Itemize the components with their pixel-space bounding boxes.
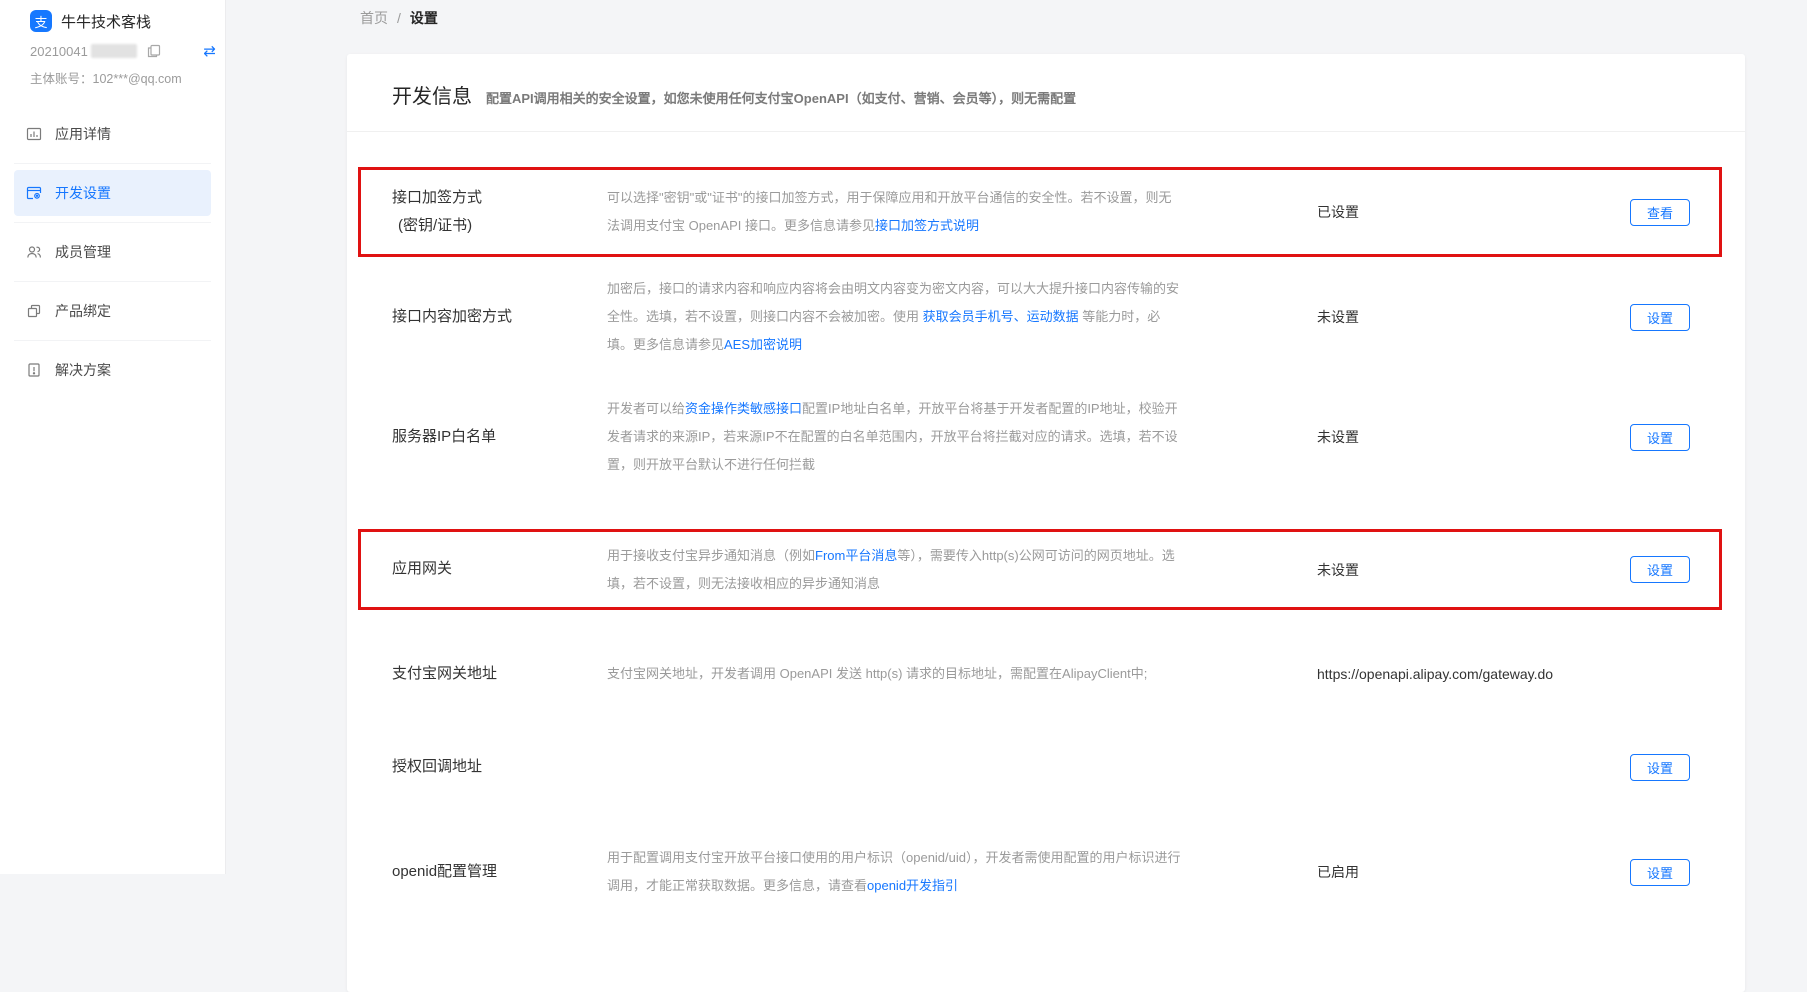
breadcrumb-home[interactable]: 首页 [360, 8, 388, 28]
row-label: openid配置管理 [392, 862, 498, 880]
row-description: 开发者可以给资金操作类敏感接口配置IP地址白名单，开放平台将基于开发者配置的IP… [607, 395, 1182, 479]
row-label: 授权回调地址 [392, 757, 483, 775]
sidebar-item-label: 开发设置 [55, 185, 111, 201]
product-binding-icon [27, 304, 41, 318]
panel-title: 开发信息 [392, 86, 472, 108]
desc-text: 用于接收支付宝异步通知消息（例如 [607, 547, 816, 563]
row-label: 支付宝网关地址 [392, 664, 498, 682]
row-status: 未设置 [1317, 309, 1359, 325]
set-button[interactable]: 设置 [1630, 303, 1690, 331]
settings-row-sign-method: 接口加签方式 (密钥/证书) 可以选择"密钥"或"证书"的接口加签方式，用于保障… [347, 167, 1745, 257]
sidebar-item-dev-settings[interactable]: 开发设置 [14, 163, 211, 216]
app-id: 20210041 [30, 43, 88, 59]
censored-app-id-blur [90, 44, 137, 58]
sidebar-item-label: 解决方案 [55, 362, 111, 378]
members-icon [27, 246, 41, 258]
settings-row-auth-callback-url: 授权回调地址 设置 [347, 722, 1745, 812]
inline-link[interactable]: From平台消息 [815, 548, 897, 563]
sidebar-item-label: 应用详情 [55, 126, 111, 142]
settings-row-ip-whitelist: 服务器IP白名单 开发者可以给资金操作类敏感接口配置IP地址白名单，开放平台将基… [347, 377, 1745, 497]
set-button[interactable]: 设置 [1630, 423, 1690, 451]
row-description: 支付宝网关地址，开发者调用 OpenAPI 发送 http(s) 请求的目标地址… [607, 660, 1182, 688]
sidebar: 支 牛牛技术客栈 20210041 ⇄ 主体账号：102***@qq.com 应… [0, 0, 226, 874]
sidebar-item-label: 产品绑定 [55, 303, 111, 319]
panel-subtitle: 配置API调用相关的安全设置，如您未使用任何支付宝OpenAPI（如支付、营销、… [486, 91, 1077, 106]
settings-row-content-encryption: 接口内容加密方式 加密后，接口的请求内容和响应内容将会由明文内容变为密文内容，可… [347, 257, 1745, 377]
solutions-icon [28, 363, 40, 377]
desc-text: 支付宝网关地址，开发者调用 OpenAPI 发送 http(s) 请求的目标地址… [607, 666, 1148, 682]
account-label: 主体账号：102***@qq.com [30, 72, 182, 86]
sidebar-item-app-details[interactable]: 应用详情 [14, 111, 211, 157]
dev-settings-icon [26, 186, 42, 200]
row-description: 用于配置调用支付宝开放平台接口使用的用户标识（openid/uid），开发者需使… [607, 844, 1182, 900]
view-button[interactable]: 查看 [1630, 198, 1690, 226]
row-label: 服务器IP白名单 [392, 427, 497, 445]
row-description: 可以选择"密钥"或"证书"的接口加签方式，用于保障应用和开放平台通信的安全性。若… [607, 184, 1182, 240]
inline-link[interactable]: openid开发指引 [867, 878, 958, 893]
row-description: 加密后，接口的请求内容和响应内容将会由明文内容变为密文内容，可以大大提升接口内容… [607, 275, 1182, 359]
settings-row-app-gateway: 应用网关 用于接收支付宝异步通知消息（例如From平台消息等），需要传入http… [347, 529, 1745, 610]
inline-link[interactable]: 获取会员手机号、运动数据 [923, 309, 1079, 324]
row-status: 未设置 [1317, 561, 1359, 578]
sidebar-item-members[interactable]: 成员管理 [14, 222, 211, 275]
inline-link[interactable]: AES加密说明 [724, 337, 802, 352]
settings-row-openid-config: openid配置管理 用于配置调用支付宝开放平台接口使用的用户标识（openid… [347, 812, 1745, 932]
row-status: 未设置 [1317, 429, 1359, 445]
inline-link[interactable]: 接口加签方式说明 [875, 218, 979, 233]
row-status: 已启用 [1317, 864, 1359, 880]
desc-text: 开发者可以给 [607, 401, 686, 417]
app-details-icon [26, 127, 42, 141]
breadcrumb-current: 设置 [409, 10, 438, 26]
main-content: 首页 / 设置 开发信息 配置API调用相关的安全设置，如您未使用任何支付宝Op… [226, 0, 1807, 992]
breadcrumb-separator: / [397, 10, 401, 26]
switch-app-icon[interactable]: ⇄ [203, 42, 216, 60]
row-label: 接口内容加密方式 [392, 307, 513, 325]
gateway-url-value: https://openapi.alipay.com/gateway.do [1317, 666, 1554, 682]
row-label: 应用网关 [392, 560, 453, 578]
app-name: 牛牛技术客栈 [61, 13, 152, 31]
set-button[interactable]: 设置 [1630, 556, 1690, 583]
dev-info-panel: 开发信息 配置API调用相关的安全设置，如您未使用任何支付宝OpenAPI（如支… [347, 54, 1745, 992]
sidebar-item-product-binding[interactable]: 产品绑定 [14, 281, 211, 334]
copy-icon[interactable] [147, 44, 161, 58]
set-button[interactable]: 设置 [1630, 858, 1690, 886]
sidebar-item-label: 成员管理 [55, 244, 111, 260]
alipay-logo-icon: 支 [30, 10, 52, 32]
row-status: 已设置 [1317, 204, 1359, 220]
sidebar-menu: 应用详情 开发设置 成员管理 产品绑定 解决方案 [0, 111, 225, 393]
row-description: 用于接收支付宝异步通知消息（例如From平台消息等），需要传入http(s)公网… [607, 542, 1182, 598]
set-button[interactable]: 设置 [1630, 753, 1690, 781]
breadcrumb: 首页 / 设置 [360, 6, 1807, 30]
row-label: 接口加签方式 (密钥/证书) [392, 188, 483, 235]
settings-row-alipay-gateway-url: 支付宝网关地址 支付宝网关地址，开发者调用 OpenAPI 发送 http(s)… [347, 626, 1745, 722]
sidebar-item-solutions[interactable]: 解决方案 [14, 340, 211, 393]
inline-link[interactable]: 资金操作类敏感接口 [685, 401, 802, 416]
